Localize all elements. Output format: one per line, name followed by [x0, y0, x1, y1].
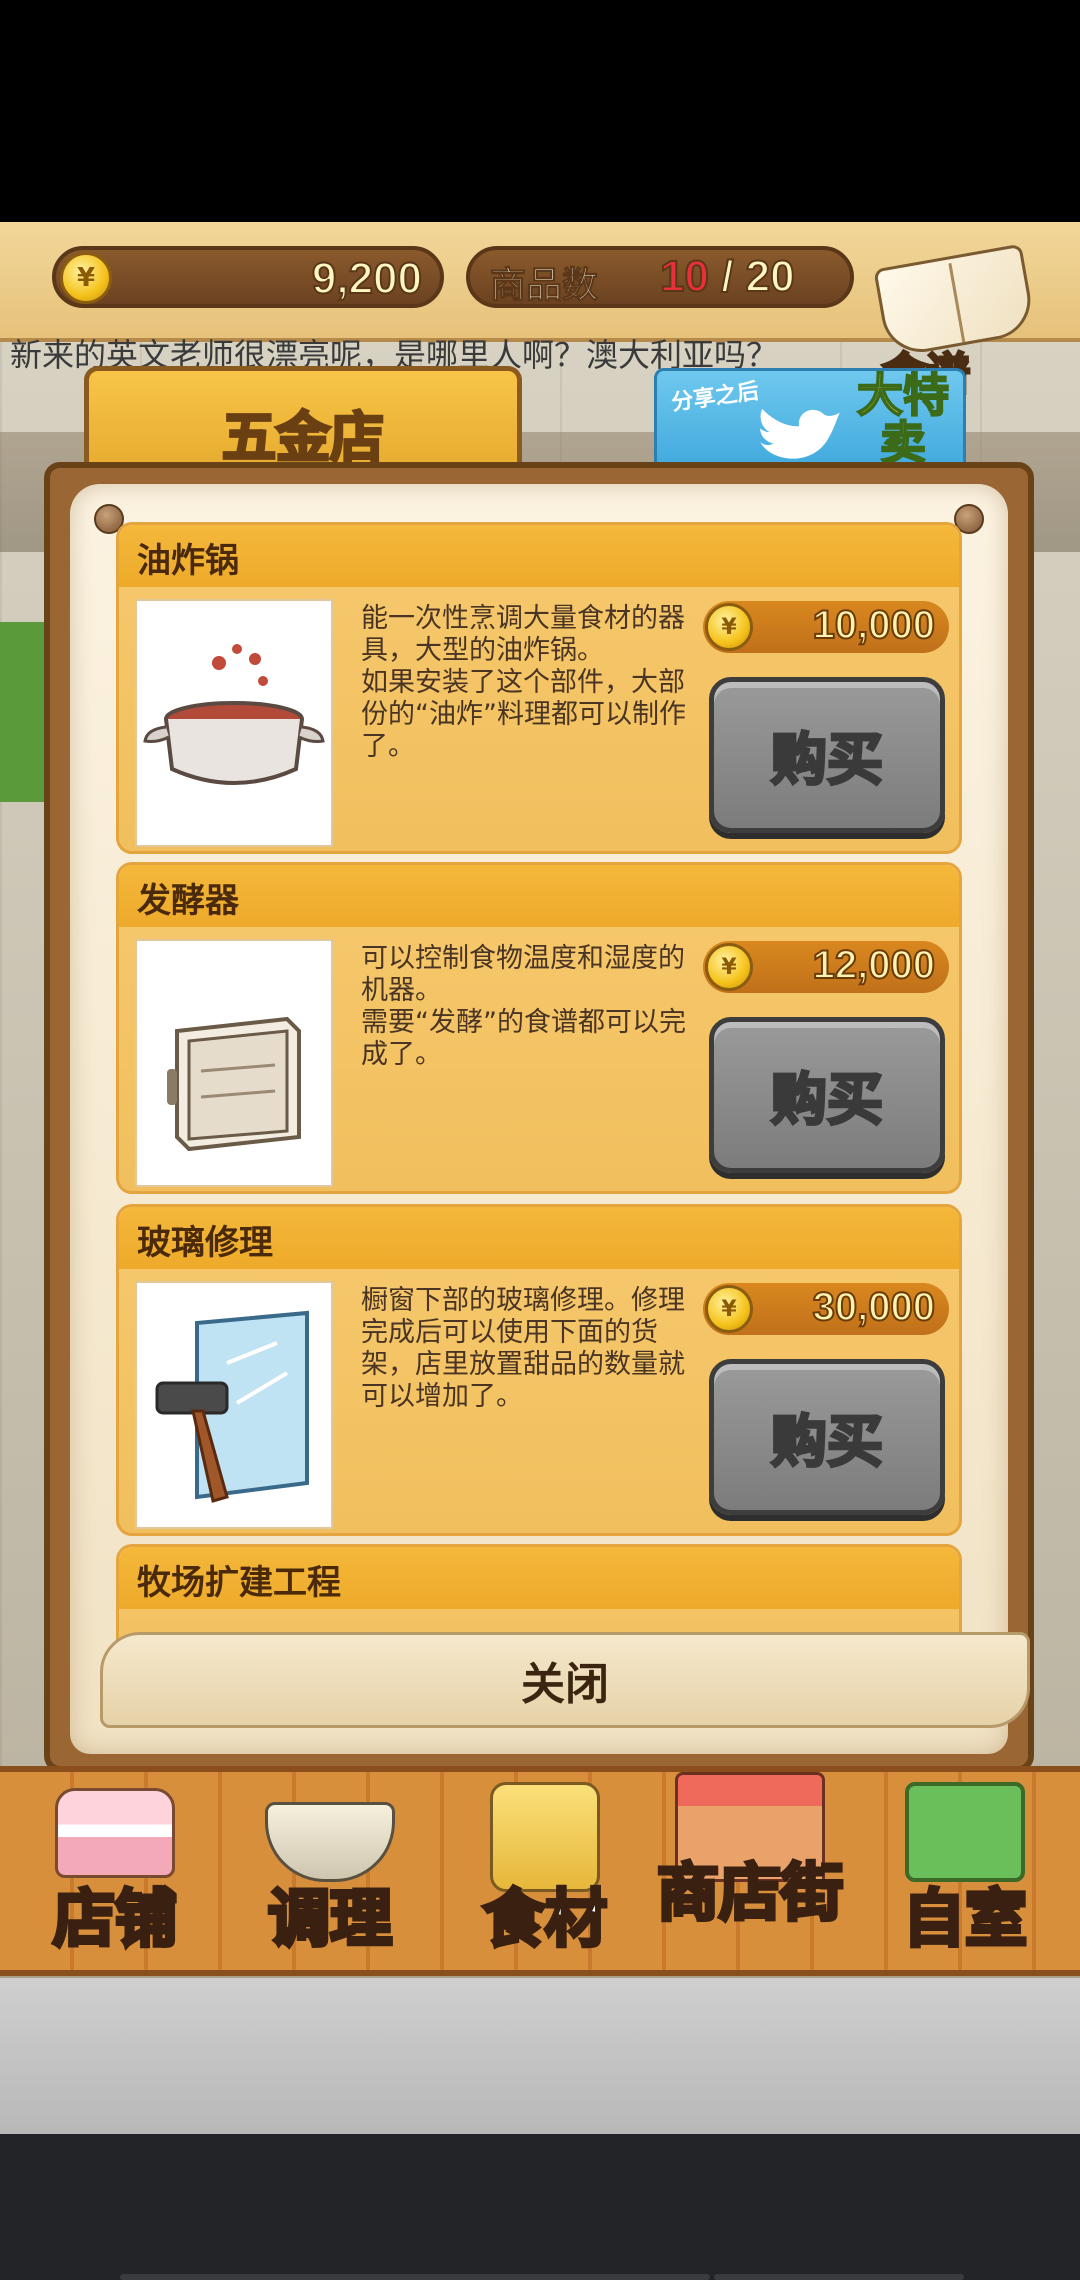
- item-header: 油炸锅: [119, 525, 959, 587]
- coin-icon: ¥: [705, 603, 753, 651]
- nav-label: 店铺: [51, 1880, 179, 1957]
- item-name: 牧场扩建工程: [137, 1563, 341, 1603]
- share-big-text: 大特卖 开始: [856, 368, 950, 473]
- game-screen: ¥ 9,200 商品数 10 / 20 食谱 新来的英文老师很漂亮呢，是哪里人啊…: [0, 0, 1080, 2280]
- item-name: 油炸锅: [137, 541, 239, 581]
- item-price: ¥ 10,000: [703, 601, 949, 653]
- game-area: ¥ 9,200 商品数 10 / 20 食谱 新来的英文老师很漂亮呢，是哪里人啊…: [0, 222, 1080, 2134]
- goods-max: 20: [745, 251, 796, 302]
- item-header: 发酵器: [119, 865, 959, 927]
- item-description: 橱窗下部的玻璃修理。修理完成后可以使用下面的货架，店里放置甜品的数量就可以增加了…: [361, 1285, 685, 1412]
- coin-icon: ¥: [705, 1285, 753, 1333]
- system-navigation-bar: [0, 2134, 1080, 2280]
- nav-label: 食材: [481, 1880, 609, 1957]
- buy-label: 购买: [770, 1066, 885, 1134]
- goods-current: 10: [659, 251, 710, 302]
- close-label: 关闭: [521, 1659, 609, 1710]
- buy-button[interactable]: 购买: [709, 1359, 945, 1515]
- nav-label: 商店街: [655, 1854, 845, 1931]
- nav-ingredients[interactable]: 食材: [450, 1772, 640, 1972]
- bottom-nav: 店铺 调理 食材 商店街 自室: [0, 1766, 1080, 1976]
- price-value: 10,000: [812, 602, 936, 648]
- top-hud: ¥ 9,200 商品数 10 / 20 食谱: [0, 222, 1080, 402]
- item-name: 发酵器: [137, 881, 239, 921]
- nav-my-room[interactable]: 自室: [870, 1772, 1060, 1972]
- nav-cooking[interactable]: 调理: [230, 1772, 430, 1972]
- goods-label: 商品数: [489, 265, 599, 307]
- coin-icon: ¥: [60, 252, 112, 304]
- twitter-bird-icon: [760, 408, 840, 459]
- news-ticker: 新来的英文老师很漂亮呢，是哪里人啊？澳大利亚吗？: [10, 336, 779, 370]
- price-value: 30,000: [812, 1284, 936, 1330]
- buy-label: 购买: [770, 726, 885, 794]
- item-price: ¥ 12,000: [703, 941, 949, 993]
- share-small-text: 分享之后: [670, 378, 761, 416]
- nav-shopping-street[interactable]: 商店街: [640, 1772, 860, 1972]
- goods-counter: 商品数 10 / 20: [466, 246, 854, 308]
- close-button[interactable]: 关闭: [100, 1632, 1030, 1728]
- item-description: 可以控制食物温度和湿度的机器。 需要“发酵”的食谱都可以完成了。: [361, 943, 686, 1070]
- glass-hammer-icon: [135, 1281, 333, 1529]
- list-item: 油炸锅 能一次性烹调大量食材的器具，大型的油炸锅。 如果安装了这个部件，大部份的…: [116, 522, 962, 854]
- item-name: 玻璃修理: [137, 1223, 273, 1263]
- proofer-cabinet-icon: [135, 939, 333, 1187]
- coin-counter: ¥ 9,200: [52, 246, 444, 308]
- goods-count: 10 / 20: [659, 251, 796, 302]
- system-bar-segment: [370, 2274, 710, 2280]
- item-header: 玻璃修理: [119, 1207, 959, 1269]
- coin-value: 9,200: [311, 253, 423, 304]
- fryer-pot-icon: [135, 599, 333, 847]
- share-sale-button[interactable]: 分享之后 大特卖 开始: [654, 368, 966, 476]
- item-price: ¥ 30,000: [703, 1283, 949, 1335]
- price-value: 12,000: [812, 942, 936, 988]
- buy-button[interactable]: 购买: [709, 1017, 945, 1173]
- buy-label: 购买: [770, 1408, 885, 1476]
- item-header: 牧场扩建工程: [119, 1547, 959, 1609]
- nav-label: 调理: [266, 1880, 394, 1957]
- coin-icon: ¥: [705, 943, 753, 991]
- item-description: 能一次性烹调大量食材的器具，大型的油炸锅。 如果安装了这个部件，大部份的“油炸”…: [361, 603, 686, 762]
- goods-separator: /: [720, 251, 734, 302]
- list-item: 玻璃修理 橱窗下部的玻璃修理。修理完成后可以使用下面的货架，店里放置甜品的数量就…: [116, 1204, 962, 1536]
- cake-icon: [55, 1788, 175, 1878]
- nav-shop[interactable]: 店铺: [20, 1772, 210, 1972]
- list-item: 发酵器 可以控制食物温度和湿度的机器。 需要“发酵”的食谱都可以完成了。 ¥ 1…: [116, 862, 962, 1194]
- system-bar-segment: [714, 2274, 964, 2280]
- floor: [0, 1978, 1080, 2134]
- buy-button[interactable]: 购买: [709, 677, 945, 833]
- nav-label: 自室: [901, 1880, 1029, 1957]
- staff-only-sign-icon: [905, 1782, 1025, 1882]
- shop-title: 五金店: [221, 405, 386, 471]
